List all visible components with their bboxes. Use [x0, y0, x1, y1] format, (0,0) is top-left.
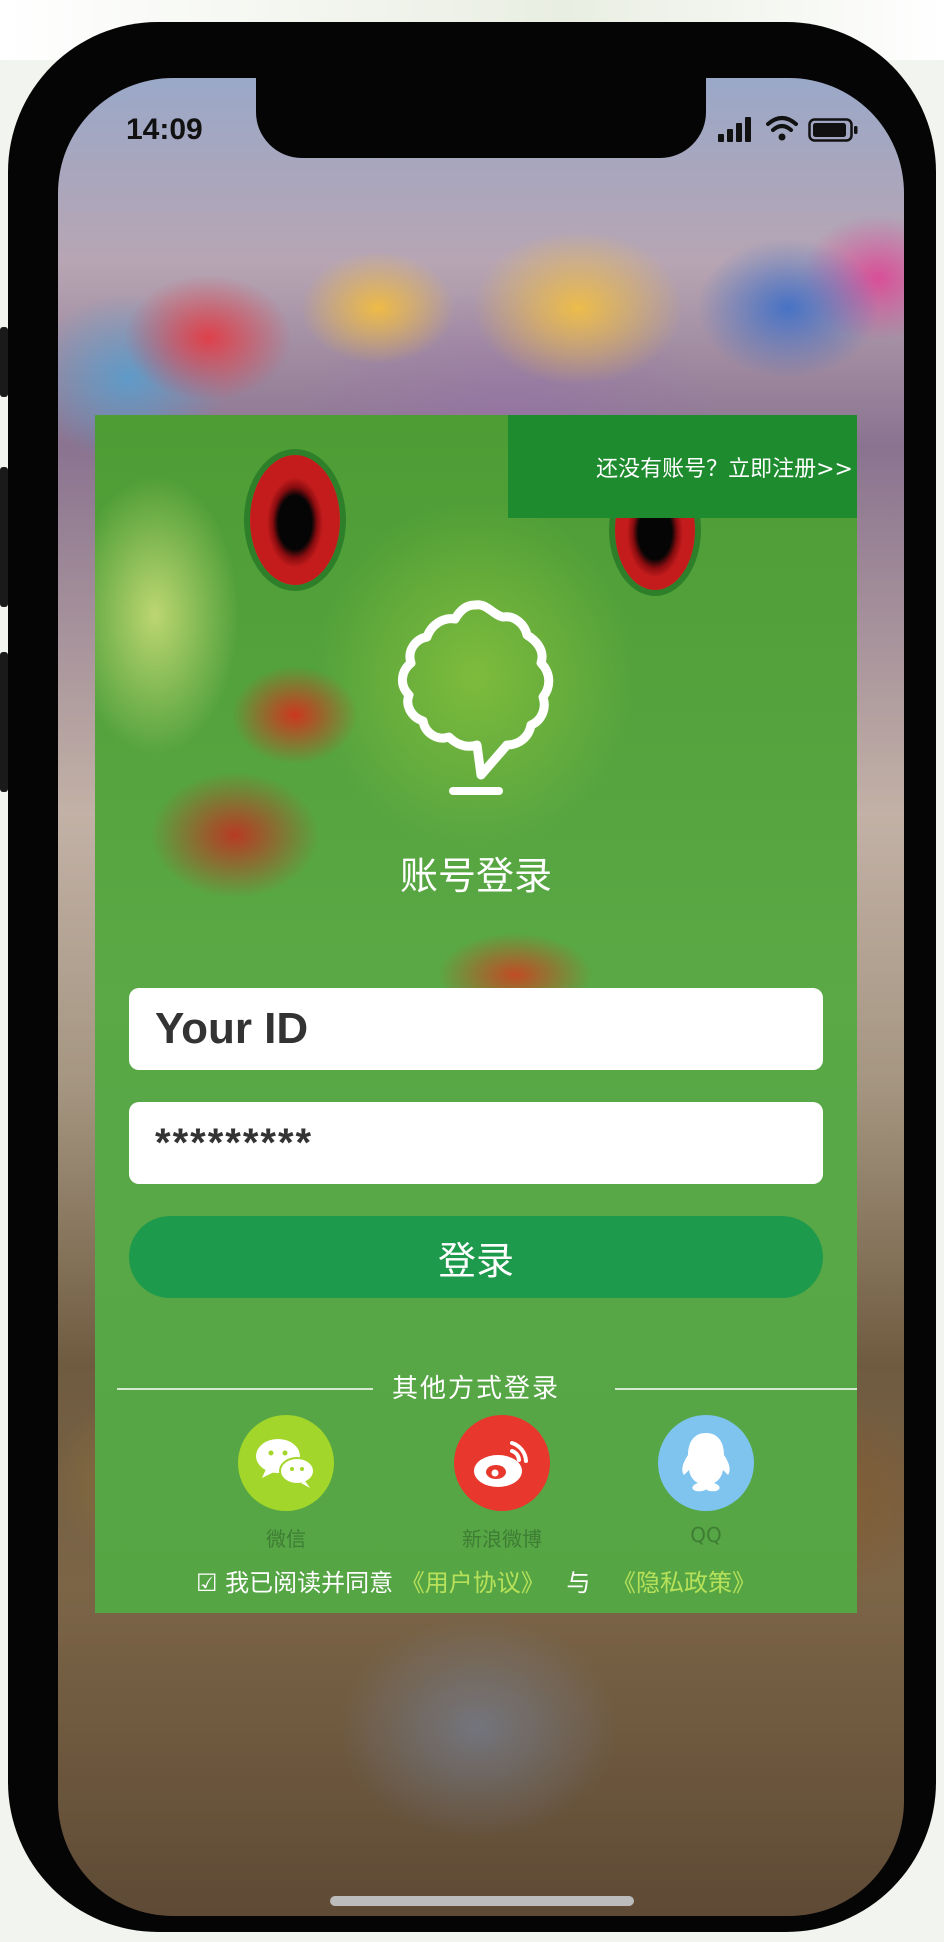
user-agreement-link[interactable]: 《用户协议》: [401, 1569, 545, 1597]
weibo-label: 新浪微博: [462, 1527, 542, 1551]
privacy-policy-link[interactable]: 《隐私政策》: [612, 1569, 756, 1597]
mute-switch: [0, 327, 8, 397]
weibo-icon: [454, 1415, 550, 1511]
wechat-label: 微信: [266, 1527, 306, 1551]
volume-down-button: [0, 652, 8, 792]
agreement-row: ☑ 我已阅读并同意 《用户协议》 与 《隐私政策》: [95, 1563, 857, 1598]
agreement-conjunction: 与: [566, 1569, 591, 1597]
avatar-placeholder-icon: [385, 595, 565, 795]
notch: [256, 78, 706, 158]
register-link[interactable]: 还没有账号？立即注册>>: [508, 415, 857, 518]
password-input[interactable]: *********: [129, 1102, 823, 1184]
qq-login-button[interactable]: QQ: [651, 1415, 761, 1547]
agreement-prefix: 我已阅读并同意: [225, 1569, 394, 1597]
home-indicator[interactable]: [330, 1896, 634, 1906]
agreement-checkbox[interactable]: ☑: [196, 1569, 218, 1597]
qq-label: QQ: [690, 1523, 722, 1547]
id-input[interactable]: Your ID: [129, 988, 823, 1070]
wifi-icon: [766, 114, 798, 146]
wechat-icon: [238, 1415, 334, 1511]
weibo-login-button[interactable]: 新浪微博: [447, 1415, 557, 1552]
qq-icon: [658, 1415, 754, 1511]
other-login-label: 其他方式登录: [391, 1374, 560, 1404]
login-card: 还没有账号？立即注册>> 账号登录 Your ID ********* 登录 其…: [95, 415, 857, 1613]
battery-icon: [808, 118, 860, 146]
signal-icon: [718, 116, 758, 142]
wechat-login-button[interactable]: 微信: [231, 1415, 341, 1552]
login-button[interactable]: 登录: [129, 1216, 823, 1298]
status-time: 14:09: [126, 113, 203, 146]
page-title: 账号登录: [399, 854, 552, 898]
volume-up-button: [0, 467, 8, 607]
frog-eye-left: [250, 455, 340, 585]
